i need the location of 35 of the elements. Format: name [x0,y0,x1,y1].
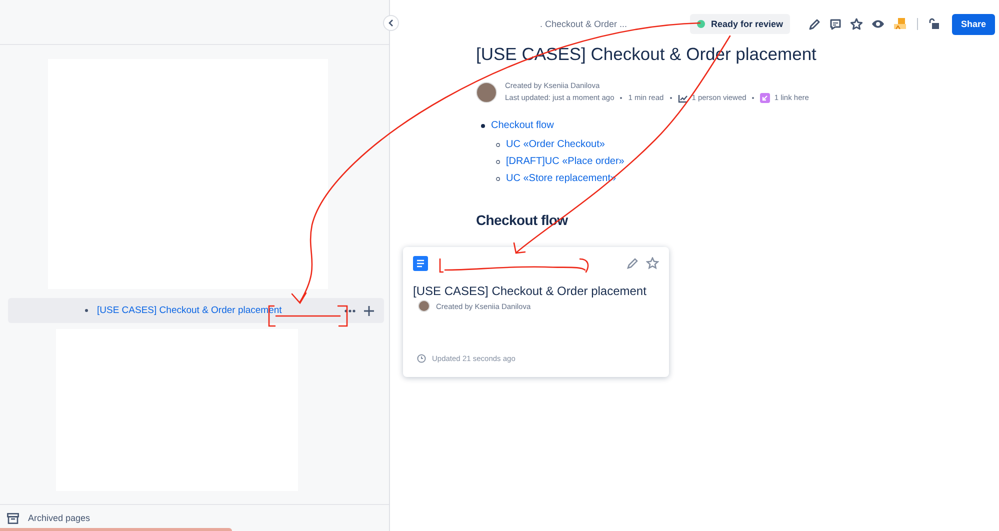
document-icon [413,256,428,271]
circle-bullet-icon [496,176,500,180]
bullet-icon [481,124,485,128]
star-icon[interactable] [646,257,659,270]
status-dot-icon [697,20,705,28]
more-icon[interactable] [344,308,356,312]
edit-icon[interactable] [626,257,639,270]
link-badge-icon [760,93,770,103]
collapse-button[interactable] [383,15,399,31]
chart-icon [678,94,688,102]
eye-icon[interactable] [871,19,886,29]
archived-pages-link[interactable]: Archived pages [28,513,90,523]
app-icon[interactable] [893,17,908,31]
status-button[interactable]: Ready for review [690,14,790,34]
unlock-icon[interactable] [928,18,940,30]
star-icon[interactable] [850,18,864,30]
page-link[interactable]: UC «Order Checkout» [506,139,605,150]
card-title: [USE CASES] Checkout & Order placement [413,284,648,298]
circle-bullet-icon [496,160,500,164]
avatar [476,82,497,102]
share-button[interactable]: Share [952,14,996,34]
plus-icon[interactable] [364,306,374,316]
page-link[interactable]: Checkout flow [491,120,554,131]
avatar [418,300,430,312]
edit-icon[interactable] [808,18,822,30]
separator-dot-icon [752,97,754,99]
page-link[interactable]: [DRAFT]UC «Place order» [506,156,624,167]
circle-bullet-icon [496,142,500,146]
bullet-icon [85,309,88,312]
breadcrumb[interactable]: . Checkout & Order ... [540,19,690,29]
archive-icon[interactable] [7,512,19,524]
comment-icon[interactable] [829,18,842,30]
clock-icon [417,354,426,363]
separator-dot-icon [620,97,622,99]
separator-dot-icon [670,97,672,99]
